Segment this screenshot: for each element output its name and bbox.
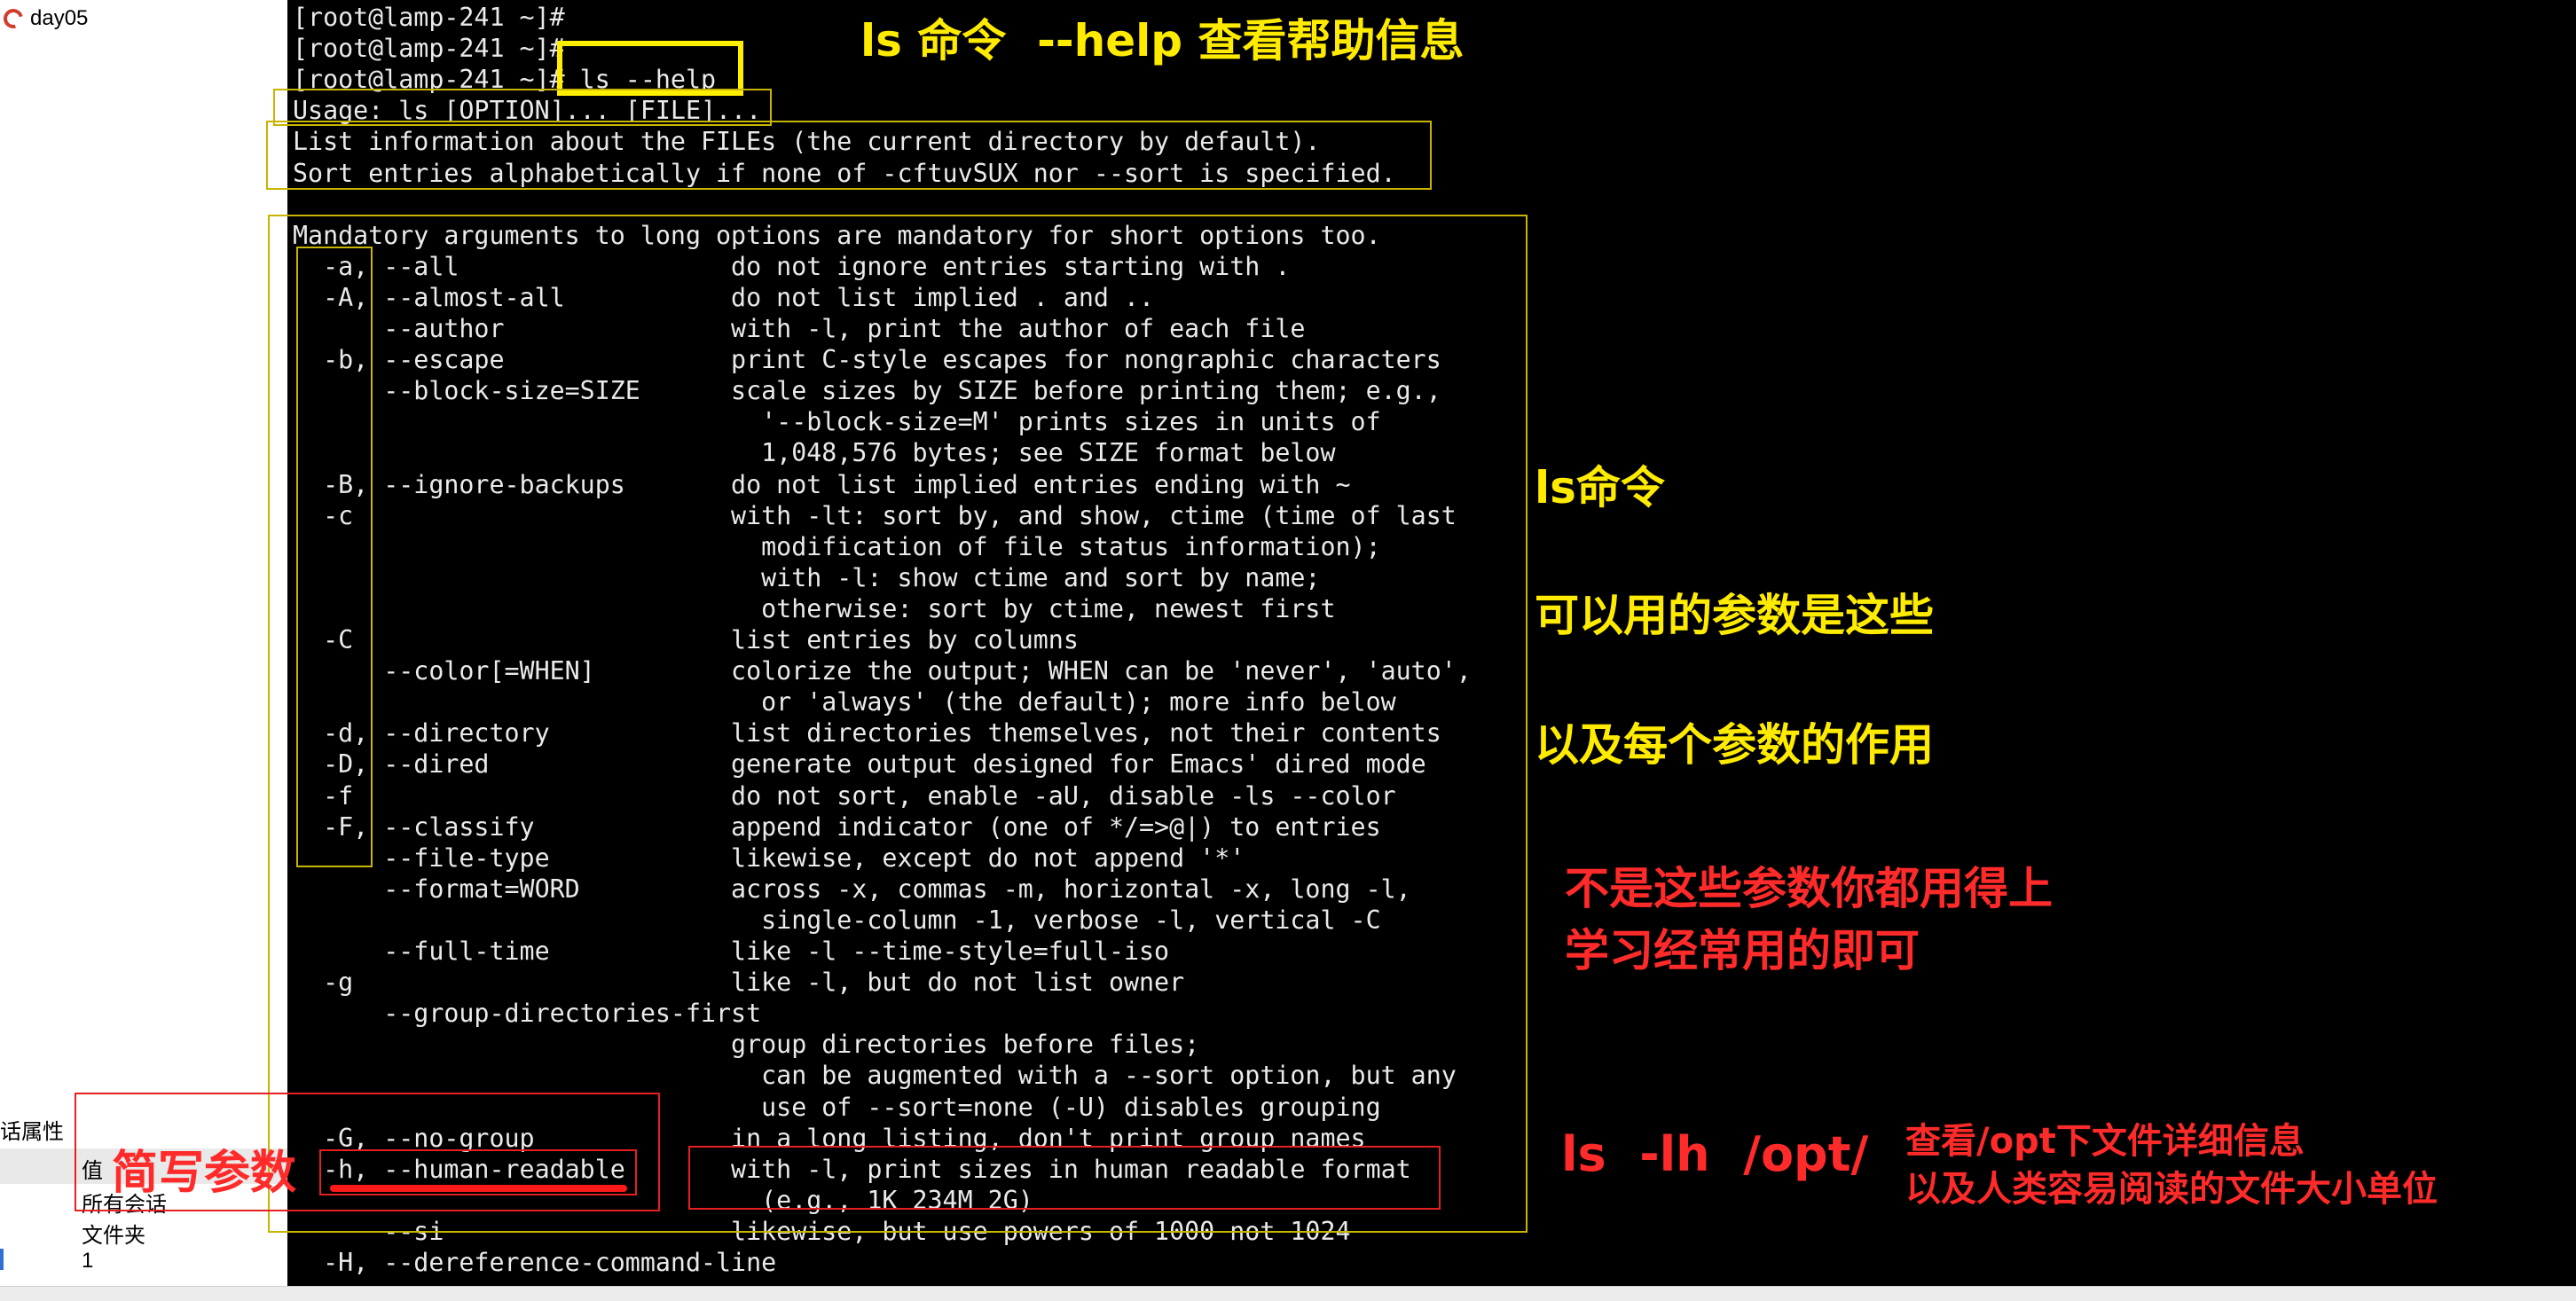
terminal-line: -h, --human-readable with -l, print size… xyxy=(293,1154,1411,1184)
terminal-line: '--block-size=M' prints sizes in units o… xyxy=(293,407,1381,437)
session-panel: day05 话属性 值 所有会话 文件夹 1 xyxy=(0,0,287,1286)
annotation-params-effect: 以及每个参数的作用 xyxy=(1535,719,1934,771)
properties-row: 1 xyxy=(82,1249,94,1273)
terminal-line: List information about the FILEs (the cu… xyxy=(293,127,1321,157)
annotation-example-desc-2: 以及人类容易阅读的文件大小单位 xyxy=(1905,1169,2438,1210)
terminal-line: -c with -lt: sort by, and show, ctime (t… xyxy=(293,500,1457,530)
scroll-marker xyxy=(0,1249,4,1270)
terminal-line: --block-size=SIZE scale sizes by SIZE be… xyxy=(293,376,1441,406)
terminal-line: 1,048,576 bytes; see SIZE format below xyxy=(293,438,1336,468)
terminal-line: [root@lamp-241 ~]# xyxy=(293,3,565,32)
human-readable-underline xyxy=(330,1185,627,1192)
annotation-example-command: ls -lh /opt/ xyxy=(1561,1126,1869,1182)
terminal-line: group directories before files; xyxy=(293,1030,1200,1060)
session-tree-item[interactable]: day05 xyxy=(0,4,89,33)
terminal-line: Mandatory arguments to long options are … xyxy=(293,220,1381,250)
terminal-line: [root@lamp-241 ~]# ls --help xyxy=(293,65,717,95)
terminal-line: -d, --directory list directories themsel… xyxy=(293,718,1441,748)
terminal-line: [root@lamp-241 ~]# xyxy=(293,34,565,64)
terminal-line: Sort entries alphabetically if none of -… xyxy=(293,158,1396,188)
terminal-line: --author with -l, print the author of ea… xyxy=(293,314,1306,343)
terminal-line: or 'always' (the default); more info bel… xyxy=(293,687,1396,717)
annotation-title: ls 命令 --help 查看帮助信息 xyxy=(860,15,1465,67)
terminal-line: -C list entries by columns xyxy=(293,625,1079,654)
terminal-line: -B, --ignore-backups do not list implied… xyxy=(293,469,1351,499)
terminal-line: --full-time like -l --time-style=full-is… xyxy=(293,937,1170,966)
terminal-line: --color[=WHEN] colorize the output; WHEN… xyxy=(293,656,1472,686)
properties-value-label: 值 xyxy=(82,1159,103,1183)
session-icon xyxy=(0,4,27,33)
terminal-line: single-column -1, verbose -l, vertical -… xyxy=(293,905,1381,935)
session-name: day05 xyxy=(30,6,89,30)
terminal-line: --group-directories-first xyxy=(293,999,762,1029)
terminal-window[interactable]: [root@lamp-241 ~]# [root@lamp-241 ~]# [roo… xyxy=(287,0,2576,1286)
terminal-line: use of --sort=none (-U) disables groupin… xyxy=(293,1092,1381,1122)
properties-title: 话属性 xyxy=(0,1120,64,1144)
annotation-params-available: 可以用的参数是这些 xyxy=(1535,590,1934,641)
terminal-line: -F, --classify append indicator (one of … xyxy=(293,811,1381,842)
annotation-example-desc-1: 查看/opt下文件详细信息 xyxy=(1905,1121,2305,1162)
terminal-line: Usage: ls [OPTION]... [FILE]... xyxy=(293,96,762,126)
terminal-line: -g like -l, but do not list owner xyxy=(293,968,1185,998)
terminal-line: -f do not sort, enable -aU, disable -ls … xyxy=(293,780,1396,811)
terminal-line: --format=WORD across -x, commas -m, hori… xyxy=(293,874,1411,904)
terminal-line: --si likewise, but use powers of 1000 no… xyxy=(293,1216,1351,1246)
annotation-ls-command: ls命令 xyxy=(1535,462,1665,513)
terminal-line: can be augmented with a --sort option, b… xyxy=(293,1061,1457,1091)
terminal-line: modification of file status information)… xyxy=(293,531,1381,561)
terminal-line: -D, --dired generate output designed for… xyxy=(293,749,1426,780)
status-strip xyxy=(0,1286,2576,1301)
terminal-line: -b, --escape print C-style escapes for n… xyxy=(293,345,1441,375)
terminal-line: -A, --almost-all do not list implied . a… xyxy=(293,282,1155,312)
terminal-line: -H, --dereference-command-line xyxy=(293,1248,777,1277)
terminal-line: -G, --no-group in a long listing, don't … xyxy=(293,1123,1366,1153)
annotation-short-params: 简写参数 xyxy=(112,1147,297,1200)
terminal-line: -a, --all do not ignore entries starting… xyxy=(293,251,1291,281)
terminal-line: with -l: show ctime and sort by name; xyxy=(293,562,1321,592)
terminal-line: otherwise: sort by ctime, newest first xyxy=(293,593,1336,623)
terminal-line: --file-type likewise, except do not appe… xyxy=(293,843,1245,873)
annotation-not-all-line1: 不是这些参数你都用得上 xyxy=(1565,863,2053,914)
annotation-not-all-line2: 学习经常用的即可 xyxy=(1565,925,1920,976)
properties-row: 文件夹 xyxy=(82,1224,145,1248)
